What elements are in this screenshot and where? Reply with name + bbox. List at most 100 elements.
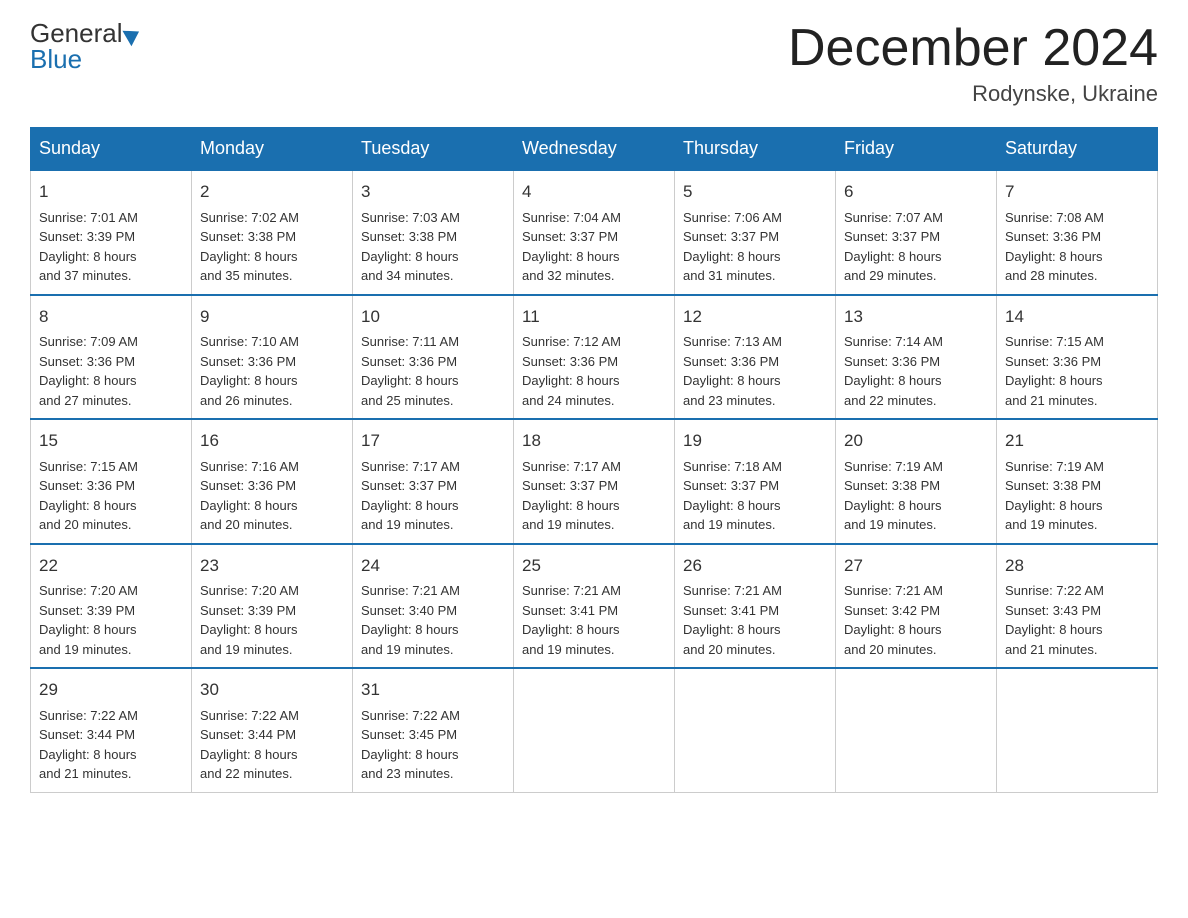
day-info-line: and 21 minutes. — [1005, 391, 1149, 411]
day-info-line: and 19 minutes. — [361, 640, 505, 660]
day-info-line: and 28 minutes. — [1005, 266, 1149, 286]
day-info-line: Sunset: 3:39 PM — [39, 227, 183, 247]
day-info-line: Sunrise: 7:20 AM — [200, 581, 344, 601]
day-info-line: Sunrise: 7:12 AM — [522, 332, 666, 352]
day-number: 15 — [39, 428, 183, 454]
day-info-line: Sunset: 3:36 PM — [522, 352, 666, 372]
day-info-line: Sunrise: 7:07 AM — [844, 208, 988, 228]
day-info-line: Sunset: 3:44 PM — [39, 725, 183, 745]
day-info-line: and 19 minutes. — [844, 515, 988, 535]
day-number: 23 — [200, 553, 344, 579]
day-number: 5 — [683, 179, 827, 205]
day-info-line: Sunset: 3:37 PM — [683, 476, 827, 496]
calendar-week-row: 29Sunrise: 7:22 AMSunset: 3:44 PMDayligh… — [31, 668, 1158, 792]
day-number: 4 — [522, 179, 666, 205]
calendar-cell: 15Sunrise: 7:15 AMSunset: 3:36 PMDayligh… — [31, 419, 192, 544]
day-number: 27 — [844, 553, 988, 579]
day-info-line: Sunset: 3:37 PM — [522, 227, 666, 247]
day-info-line: Daylight: 8 hours — [522, 620, 666, 640]
day-info-line: Daylight: 8 hours — [200, 371, 344, 391]
day-info-line: and 19 minutes. — [1005, 515, 1149, 535]
day-info-line: Daylight: 8 hours — [361, 496, 505, 516]
day-info-line: Daylight: 8 hours — [361, 247, 505, 267]
day-info-line: and 37 minutes. — [39, 266, 183, 286]
day-info-line: Daylight: 8 hours — [361, 745, 505, 765]
day-number: 16 — [200, 428, 344, 454]
header-saturday: Saturday — [997, 128, 1158, 171]
day-number: 12 — [683, 304, 827, 330]
day-info-line: Sunset: 3:38 PM — [844, 476, 988, 496]
day-info-line: Sunrise: 7:22 AM — [361, 706, 505, 726]
day-info-line: Sunset: 3:44 PM — [200, 725, 344, 745]
calendar-cell: 31 Sunrise: 7:22 AMSunset: 3:45 PMDayligh… — [353, 668, 514, 792]
day-info-line: Sunrise: 7:16 AM — [200, 457, 344, 477]
header-sunday: Sunday — [31, 128, 192, 171]
day-info-line: Sunrise: 7:15 AM — [1005, 332, 1149, 352]
calendar-cell: 7Sunrise: 7:08 AMSunset: 3:36 PMDaylight… — [997, 170, 1158, 295]
day-info-line: Daylight: 8 hours — [683, 247, 827, 267]
calendar-cell: 23Sunrise: 7:20 AMSunset: 3:39 PMDayligh… — [192, 544, 353, 669]
day-info-line: Sunrise: 7:22 AM — [200, 706, 344, 726]
day-info-line: Sunrise: 7:09 AM — [39, 332, 183, 352]
calendar-cell: 26Sunrise: 7:21 AMSunset: 3:41 PMDayligh… — [675, 544, 836, 669]
day-info-line: Sunset: 3:43 PM — [1005, 601, 1149, 621]
header-monday: Monday — [192, 128, 353, 171]
day-number: 19 — [683, 428, 827, 454]
day-info-line: and 23 minutes. — [683, 391, 827, 411]
day-number: 14 — [1005, 304, 1149, 330]
calendar-table: Sunday Monday Tuesday Wednesday Thursday… — [30, 127, 1158, 793]
day-info-line: Sunset: 3:45 PM — [361, 725, 505, 745]
day-number: 26 — [683, 553, 827, 579]
calendar-cell: 21Sunrise: 7:19 AMSunset: 3:38 PMDayligh… — [997, 419, 1158, 544]
day-info-line: and 19 minutes. — [200, 640, 344, 660]
calendar-cell: 11Sunrise: 7:12 AMSunset: 3:36 PMDayligh… — [514, 295, 675, 420]
day-info-line: Sunset: 3:37 PM — [522, 476, 666, 496]
calendar-cell: 10Sunrise: 7:11 AMSunset: 3:36 PMDayligh… — [353, 295, 514, 420]
day-info-line: Daylight: 8 hours — [200, 247, 344, 267]
day-info-line: Daylight: 8 hours — [39, 620, 183, 640]
day-info-line: Sunrise: 7:15 AM — [39, 457, 183, 477]
day-number: 31 — [361, 677, 505, 703]
day-number: 17 — [361, 428, 505, 454]
day-info-line: Sunset: 3:38 PM — [361, 227, 505, 247]
calendar-cell: 30Sunrise: 7:22 AMSunset: 3:44 PMDayligh… — [192, 668, 353, 792]
day-info-line: Sunset: 3:36 PM — [1005, 352, 1149, 372]
day-number: 6 — [844, 179, 988, 205]
day-info-line: and 21 minutes. — [1005, 640, 1149, 660]
day-info-line: and 29 minutes. — [844, 266, 988, 286]
day-info-line: Sunset: 3:37 PM — [844, 227, 988, 247]
day-number: 13 — [844, 304, 988, 330]
day-info-line: Daylight: 8 hours — [683, 496, 827, 516]
calendar-week-row: 22Sunrise: 7:20 AMSunset: 3:39 PMDayligh… — [31, 544, 1158, 669]
day-info-line: and 35 minutes. — [200, 266, 344, 286]
day-info-line: Daylight: 8 hours — [1005, 496, 1149, 516]
logo-line2: Blue — [30, 46, 140, 72]
day-info-line: Sunset: 3:36 PM — [39, 476, 183, 496]
calendar-week-row: 15 Sunrise: 7:15 AMSunset: 3:36 PM Dayligh… — [31, 419, 1158, 544]
day-info-line: Sunrise: 7:10 AM — [200, 332, 344, 352]
header-tuesday: Tuesday — [353, 128, 514, 171]
day-info-line: and 24 minutes. — [522, 391, 666, 411]
day-info-line: and 19 minutes. — [361, 515, 505, 535]
calendar-cell: 22Sunrise: 7:20 AMSunset: 3:39 PMDayligh… — [31, 544, 192, 669]
day-info-line: Sunset: 3:39 PM — [39, 601, 183, 621]
day-info-line: Sunrise: 7:04 AM — [522, 208, 666, 228]
day-number: 22 — [39, 553, 183, 579]
day-info-line: Sunrise: 7:06 AM — [683, 208, 827, 228]
calendar-cell: 1Sunrise: 7:01 AMSunset: 3:39 PMDaylight… — [31, 170, 192, 295]
day-info-line: Daylight: 8 hours — [522, 247, 666, 267]
day-info-line: Daylight: 8 hours — [1005, 620, 1149, 640]
day-number: 28 — [1005, 553, 1149, 579]
calendar-cell: 13Sunrise: 7:14 AMSunset: 3:36 PMDayligh… — [836, 295, 997, 420]
day-info-line: Sunrise: 7:08 AM — [1005, 208, 1149, 228]
day-info-line: Sunset: 3:41 PM — [522, 601, 666, 621]
calendar-cell: 5Sunrise: 7:06 AMSunset: 3:37 PMDaylight… — [675, 170, 836, 295]
title-area: December 2024 Rodynske, Ukraine — [788, 20, 1158, 107]
calendar-cell: 14Sunrise: 7:15 AMSunset: 3:36 PMDayligh… — [997, 295, 1158, 420]
logo-arrow-icon — [122, 24, 143, 47]
header-friday: Friday — [836, 128, 997, 171]
day-info-line: Sunrise: 7:19 AM — [844, 457, 988, 477]
day-info-line: and 23 minutes. — [361, 764, 505, 784]
calendar-cell: 24Sunrise: 7:21 AMSunset: 3:40 PMDayligh… — [353, 544, 514, 669]
day-info-line: Daylight: 8 hours — [200, 496, 344, 516]
